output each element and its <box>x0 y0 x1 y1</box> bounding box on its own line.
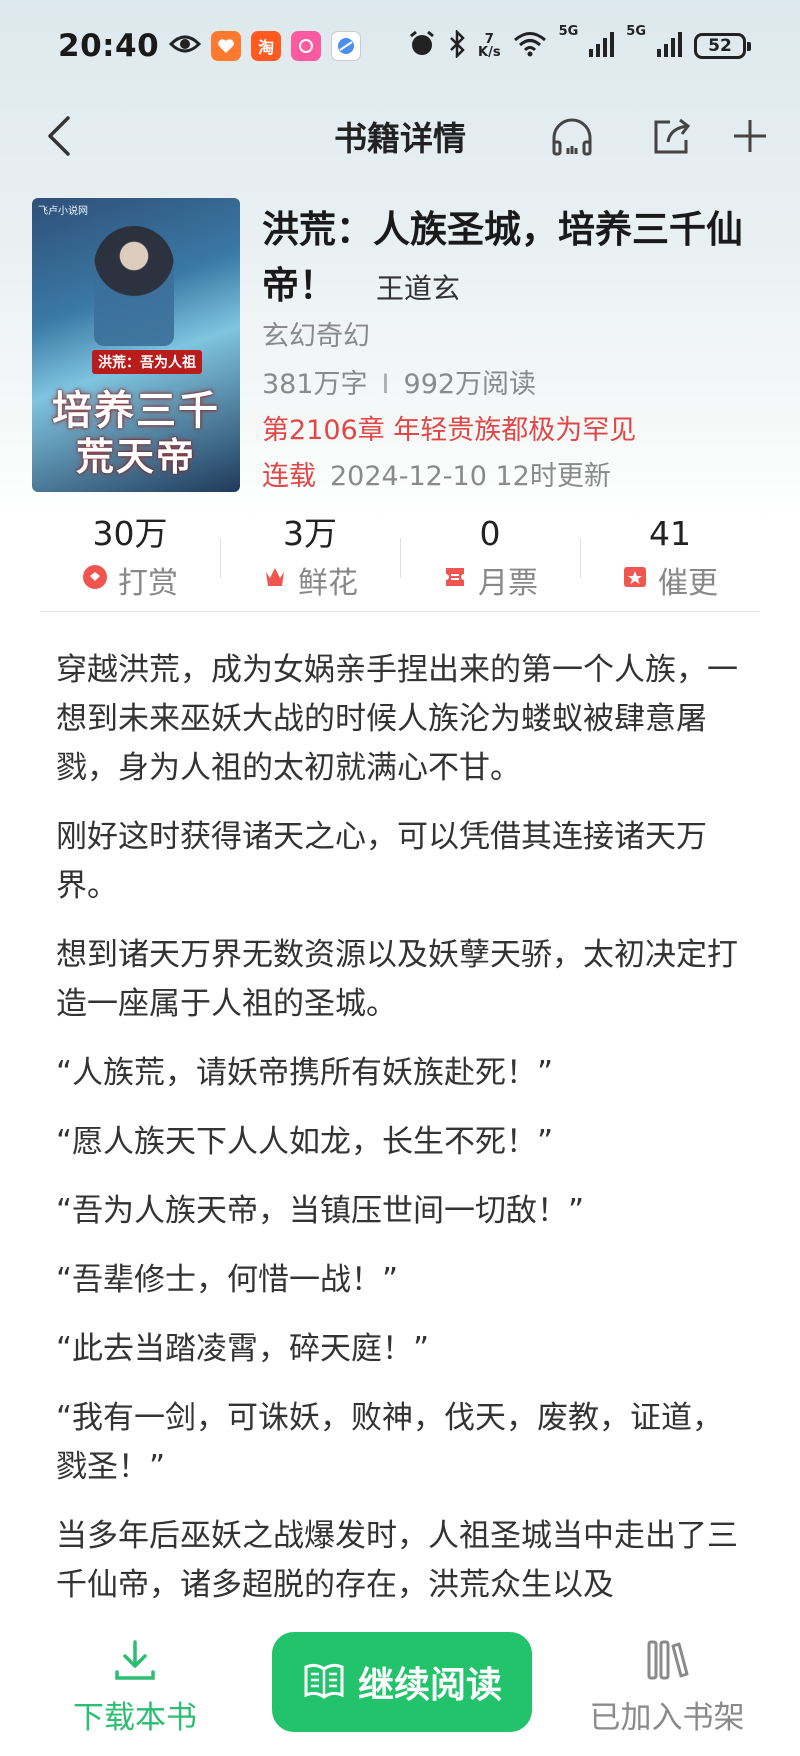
download-label: 下载本书 <box>73 1700 197 1736</box>
download-icon <box>111 1638 159 1686</box>
book-genre[interactable]: 玄幻奇幻 <box>262 314 370 353</box>
stat-label: 月票 <box>478 566 538 601</box>
headphones-icon[interactable] <box>548 112 596 160</box>
stat-label: 打赏 <box>118 566 178 601</box>
heart-app-icon <box>211 31 242 61</box>
synopsis-paragraph: 当多年后巫妖之战爆发时，人祖圣城当中走出了三千仙帝，诸多超脱的存在，洪荒众生以及 <box>56 1518 738 1603</box>
net-speed-unit: K/s <box>478 45 501 60</box>
signal1-label: 5G <box>558 24 579 39</box>
stat-flower[interactable]: 3万 鲜花 <box>220 512 400 611</box>
stat-label: 催更 <box>658 566 718 601</box>
book-cover[interactable]: 飞卢小说网 洪荒：吾为人祖 培养三千 荒天帝 <box>32 198 240 492</box>
update-time: 2024-12-10 12时更新 <box>330 461 611 492</box>
signal2-label: 5G <box>626 24 646 39</box>
battery-icon: 52 <box>694 33 751 59</box>
wifi-icon <box>513 31 547 61</box>
cover-banner: 洪荒：吾为人祖 <box>92 350 202 374</box>
synopsis-paragraph: 穿越洪荒，成为女娲亲手捏出来的第一个人族，一想到未来巫妖大战的时候人族沦为蝼蚁被… <box>56 652 738 786</box>
book-title-block: 洪荒：人族圣城，培养三千仙帝！ 王道玄 <box>262 202 762 317</box>
add-icon[interactable] <box>726 112 774 160</box>
added-to-shelf-button[interactable]: 已加入书架 <box>582 1638 752 1737</box>
book-title: 洪荒：人族圣城，培养三千仙帝！ <box>262 208 743 307</box>
bookshelf-icon <box>643 1638 691 1686</box>
signal-bars-icon <box>588 31 615 61</box>
stat-value: 41 <box>649 514 691 553</box>
signal-bars-icon <box>656 31 682 61</box>
status-bar: 20:40 淘 7 K/s 5G 5G 52 <box>0 0 800 92</box>
synopsis-paragraph: “我有一剑，可诛妖，败神，伐天，废教，证道，戮圣！” <box>56 1400 724 1485</box>
reward-icon <box>82 563 108 598</box>
synopsis-paragraph: 刚好这时获得诸天之心，可以凭借其连接诸天万界。 <box>56 819 707 904</box>
book-status-line: 连载 2024-12-10 12时更新 <box>262 454 611 493</box>
stat-label: 鲜花 <box>298 566 358 601</box>
synopsis-paragraph: “此去当踏凌霄，碎天庭！” <box>56 1331 430 1367</box>
alarm-icon <box>408 30 436 62</box>
nav-bar: 书籍详情 <box>0 92 800 180</box>
browser-icon <box>331 31 362 61</box>
synopsis-paragraph: “人族荒，请妖帝携所有妖族赴死！” <box>56 1055 554 1091</box>
added-to-shelf-label: 已加入书架 <box>589 1700 745 1736</box>
continue-reading-label: 继续阅读 <box>357 1665 502 1706</box>
cover-title-line2: 荒天帝 <box>75 434 196 479</box>
stats-row: 30万 打赏 3万 鲜花 0 月票 41 催更 <box>40 512 760 612</box>
flower-icon <box>262 563 288 598</box>
stat-value: 0 <box>479 514 501 553</box>
book-author[interactable]: 王道玄 <box>376 272 460 305</box>
synopsis[interactable]: 穿越洪荒，成为女娲亲手捏出来的第一个人族，一想到未来巫妖大战的时候人族沦为蝼蚁被… <box>56 646 746 1630</box>
download-button[interactable]: 下载本书 <box>60 1638 210 1737</box>
bluetooth-icon <box>448 28 466 62</box>
eye-icon <box>169 33 202 59</box>
bottom-action-bar: 下载本书 继续阅读 已加入书架 <box>0 1598 800 1756</box>
book-stats: 381万字 I 992万阅读 <box>262 362 536 401</box>
latest-chapter[interactable]: 第2106章 年轻贵族都极为罕见 <box>262 408 636 447</box>
net-speed: 7 K/s <box>478 33 501 59</box>
book-open-icon <box>302 1661 346 1703</box>
stat-value: 30万 <box>92 514 168 553</box>
stat-urge-update[interactable]: 41 催更 <box>580 512 760 611</box>
stat-value: 3万 <box>283 514 337 553</box>
word-count: 381万字 <box>262 369 368 400</box>
synopsis-paragraph: “愿人族天下人人如龙，长生不死！” <box>56 1124 554 1160</box>
share-icon[interactable] <box>648 112 696 160</box>
read-count: 992万阅读 <box>403 369 537 400</box>
urge-update-icon <box>622 563 648 598</box>
cover-figure <box>94 226 174 346</box>
stats-divider: I <box>381 369 390 400</box>
status-badge: 连载 <box>262 461 316 492</box>
stat-monthly-ticket[interactable]: 0 月票 <box>400 512 580 611</box>
synopsis-paragraph: “吾辈修士，何惜一战！” <box>56 1262 399 1298</box>
status-time: 20:40 <box>58 28 160 64</box>
taobao-icon: 淘 <box>251 31 282 61</box>
continue-reading-button[interactable]: 继续阅读 <box>272 1632 532 1732</box>
cover-site-logo: 飞卢小说网 <box>38 206 88 217</box>
synopsis-paragraph: “吾为人族天帝，当镇压世间一切敌！” <box>56 1193 585 1229</box>
synopsis-paragraph: 想到诸天万界无数资源以及妖孽天骄，太初决定打造一座属于人祖的圣城。 <box>56 937 738 1022</box>
ticket-icon <box>442 563 468 598</box>
stat-reward[interactable]: 30万 打赏 <box>40 512 220 611</box>
pinduoduo-icon <box>291 31 322 61</box>
